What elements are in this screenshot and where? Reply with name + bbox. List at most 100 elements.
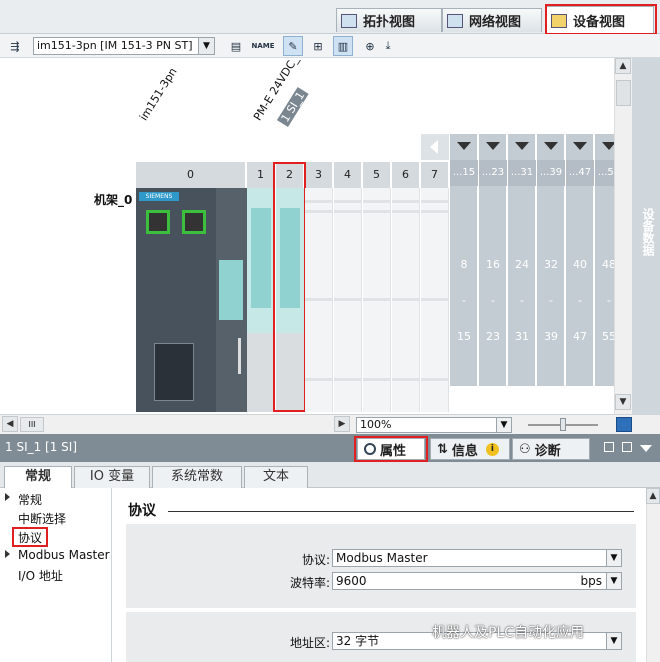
empty-slot[interactable] <box>421 188 449 412</box>
scroll-thumb[interactable] <box>616 80 631 106</box>
siemens-logo: SIEMENS <box>139 192 179 201</box>
expansion-column[interactable]: ...15 8 - 15 <box>450 134 478 386</box>
expansion-start: 48 <box>602 258 614 271</box>
device-select[interactable]: im151-3pn [IM 151-3 PN ST] ▼ <box>33 37 215 55</box>
overview-icon[interactable] <box>616 417 632 432</box>
chevron-down-icon[interactable]: ▼ <box>198 38 214 54</box>
nav-item-general[interactable]: 常规 <box>5 491 42 508</box>
nav-item-label: 中断选择 <box>18 512 67 526</box>
slot-number: 2 <box>276 162 304 188</box>
expansion-dash: - <box>462 294 466 307</box>
table-icon[interactable]: ▥ <box>333 36 353 56</box>
expansion-start: 8 <box>460 258 468 271</box>
device-view-label: 设备视图 <box>573 15 626 30</box>
expansion-column[interactable]: ...31 24 - 31 <box>508 134 536 386</box>
device-label-si: 1 SI_1 <box>276 86 309 127</box>
expansion-dash: - <box>549 294 553 307</box>
properties-tab[interactable]: 属性 <box>357 438 425 460</box>
scroll-up-icon[interactable]: ▲ <box>646 488 660 504</box>
baud-rate-label: 波特率: <box>289 576 330 590</box>
expansion-dash: - <box>578 294 582 307</box>
network-view-tab[interactable]: 网络视图 <box>442 8 542 32</box>
protocol-select[interactable]: Modbus Master ▼ <box>332 549 622 567</box>
download-icon[interactable]: ⤓ <box>378 36 398 56</box>
empty-slot[interactable] <box>334 188 362 412</box>
nav-item-interrupt[interactable]: 中断选择 <box>18 510 66 527</box>
collapse-button[interactable] <box>421 134 449 160</box>
scroll-up-icon[interactable]: ▲ <box>615 58 631 74</box>
nav-item-modbus-master[interactable]: Modbus Master <box>5 548 110 562</box>
zoom-icon[interactable]: ⊕ <box>360 36 380 56</box>
nav-item-protocol[interactable]: 协议 <box>18 529 42 546</box>
slot-latch <box>238 338 241 374</box>
diagnostics-tab-label: 诊断 <box>534 443 561 459</box>
chevron-down-icon <box>457 142 471 150</box>
ethernet-port-icon <box>182 210 206 234</box>
subtab-io-tags[interactable]: IO 变量 <box>74 466 150 488</box>
collapse-icon[interactable] <box>640 445 652 452</box>
device-select-value: im151-3pn [IM 151-3 PN ST] <box>37 39 193 52</box>
nav-item-io-address[interactable]: I/O 地址 <box>18 567 63 584</box>
slot-number: 0 <box>136 162 246 188</box>
expand-arrow-icon[interactable] <box>5 550 10 558</box>
si-module[interactable] <box>276 188 304 412</box>
empty-slot[interactable] <box>305 188 333 412</box>
expansion-end: 15 <box>457 330 471 343</box>
network-tool-icon[interactable]: ⇶ <box>5 36 25 56</box>
slot-number: 1 <box>247 162 275 188</box>
name-button[interactable]: NAME <box>251 36 274 56</box>
topology-view-tab[interactable]: 拓扑视图 <box>336 8 442 32</box>
subtab-general[interactable]: 常规 <box>4 466 72 489</box>
restore-icon[interactable] <box>622 442 632 452</box>
pm-module[interactable] <box>247 188 275 412</box>
chevron-down-icon[interactable]: ▼ <box>606 550 621 566</box>
slot-number: 3 <box>305 162 333 188</box>
grid-icon[interactable]: ⊞ <box>308 36 328 56</box>
subtab-system-constants[interactable]: 系统常数 <box>152 466 242 488</box>
empty-slot[interactable] <box>363 188 391 412</box>
device-canvas[interactable]: im151-3pn PM-E 24VDC_1 1 SI_1 机架_0 0 1 2… <box>0 58 614 414</box>
expansion-column[interactable]: ...23 16 - 23 <box>479 134 507 386</box>
expansion-end: 31 <box>515 330 529 343</box>
scroll-right-icon[interactable]: ▶ <box>334 416 350 432</box>
network-view-label: 网络视图 <box>469 15 522 30</box>
scroll-left-icon[interactable]: ◀ <box>2 416 18 432</box>
head-module[interactable]: SIEMENS <box>136 188 216 412</box>
chevron-down-icon[interactable]: ▼ <box>606 573 621 589</box>
expansion-column[interactable]: ...55 48 - 55 <box>595 134 614 386</box>
expansion-column[interactable]: ...47 40 - 47 <box>566 134 594 386</box>
panel-icon[interactable] <box>604 442 614 452</box>
expansion-range: ...55 <box>595 160 614 186</box>
device-toolbar: ⇶ im151-3pn [IM 151-3 PN ST] ▼ ▤ NAME ✎ … <box>0 34 660 58</box>
baud-rate-select[interactable]: 9600 bps ▼ <box>332 572 622 590</box>
diagnostics-icon: ⚇ <box>519 441 531 457</box>
zoom-select[interactable]: 100% ▼ <box>356 417 512 433</box>
canvas-vertical-scrollbar[interactable]: ▲ ▼ <box>614 58 632 414</box>
properties-icon[interactable]: ▤ <box>226 36 246 56</box>
expansion-range: ...31 <box>508 160 536 186</box>
diagnostics-tab[interactable]: ⚇ 诊断 <box>512 438 590 460</box>
nav-item-label: Modbus Master <box>18 548 110 562</box>
chevron-down-icon[interactable]: ▼ <box>496 418 511 432</box>
subtab-texts[interactable]: 文本 <box>244 466 308 488</box>
properties-tab-label: 属性 <box>380 443 407 459</box>
chevron-down-icon[interactable]: ▼ <box>606 633 621 649</box>
scroll-down-icon[interactable]: ▼ <box>615 394 631 410</box>
address-area-label: 地址区: <box>289 636 330 650</box>
device-data-label: 设备数据 <box>641 208 655 256</box>
empty-slot[interactable] <box>392 188 420 412</box>
device-view-tab[interactable]: 设备视图 <box>546 6 654 34</box>
watermark-text: 机器人及PLC自动化应用 <box>432 625 585 641</box>
info-tab[interactable]: ⇅ 信息 i <box>430 438 510 460</box>
zoom-slider-thumb[interactable] <box>560 418 566 431</box>
expansion-end: 23 <box>486 330 500 343</box>
pen-tool-icon[interactable]: ✎ <box>283 36 303 56</box>
protocol-group: 协议: Modbus Master ▼ 波特率: 9600 bps ▼ <box>126 524 636 608</box>
content-scrollbar[interactable]: ▲ <box>646 488 660 662</box>
horizontal-scroll-thumb[interactable]: III <box>20 417 44 432</box>
si-terminal <box>280 208 300 308</box>
device-data-panel[interactable]: 设备数据 <box>632 58 660 414</box>
expansion-column[interactable]: ...39 32 - 39 <box>537 134 565 386</box>
expand-arrow-icon[interactable] <box>5 493 10 501</box>
expansion-dash: - <box>520 294 524 307</box>
